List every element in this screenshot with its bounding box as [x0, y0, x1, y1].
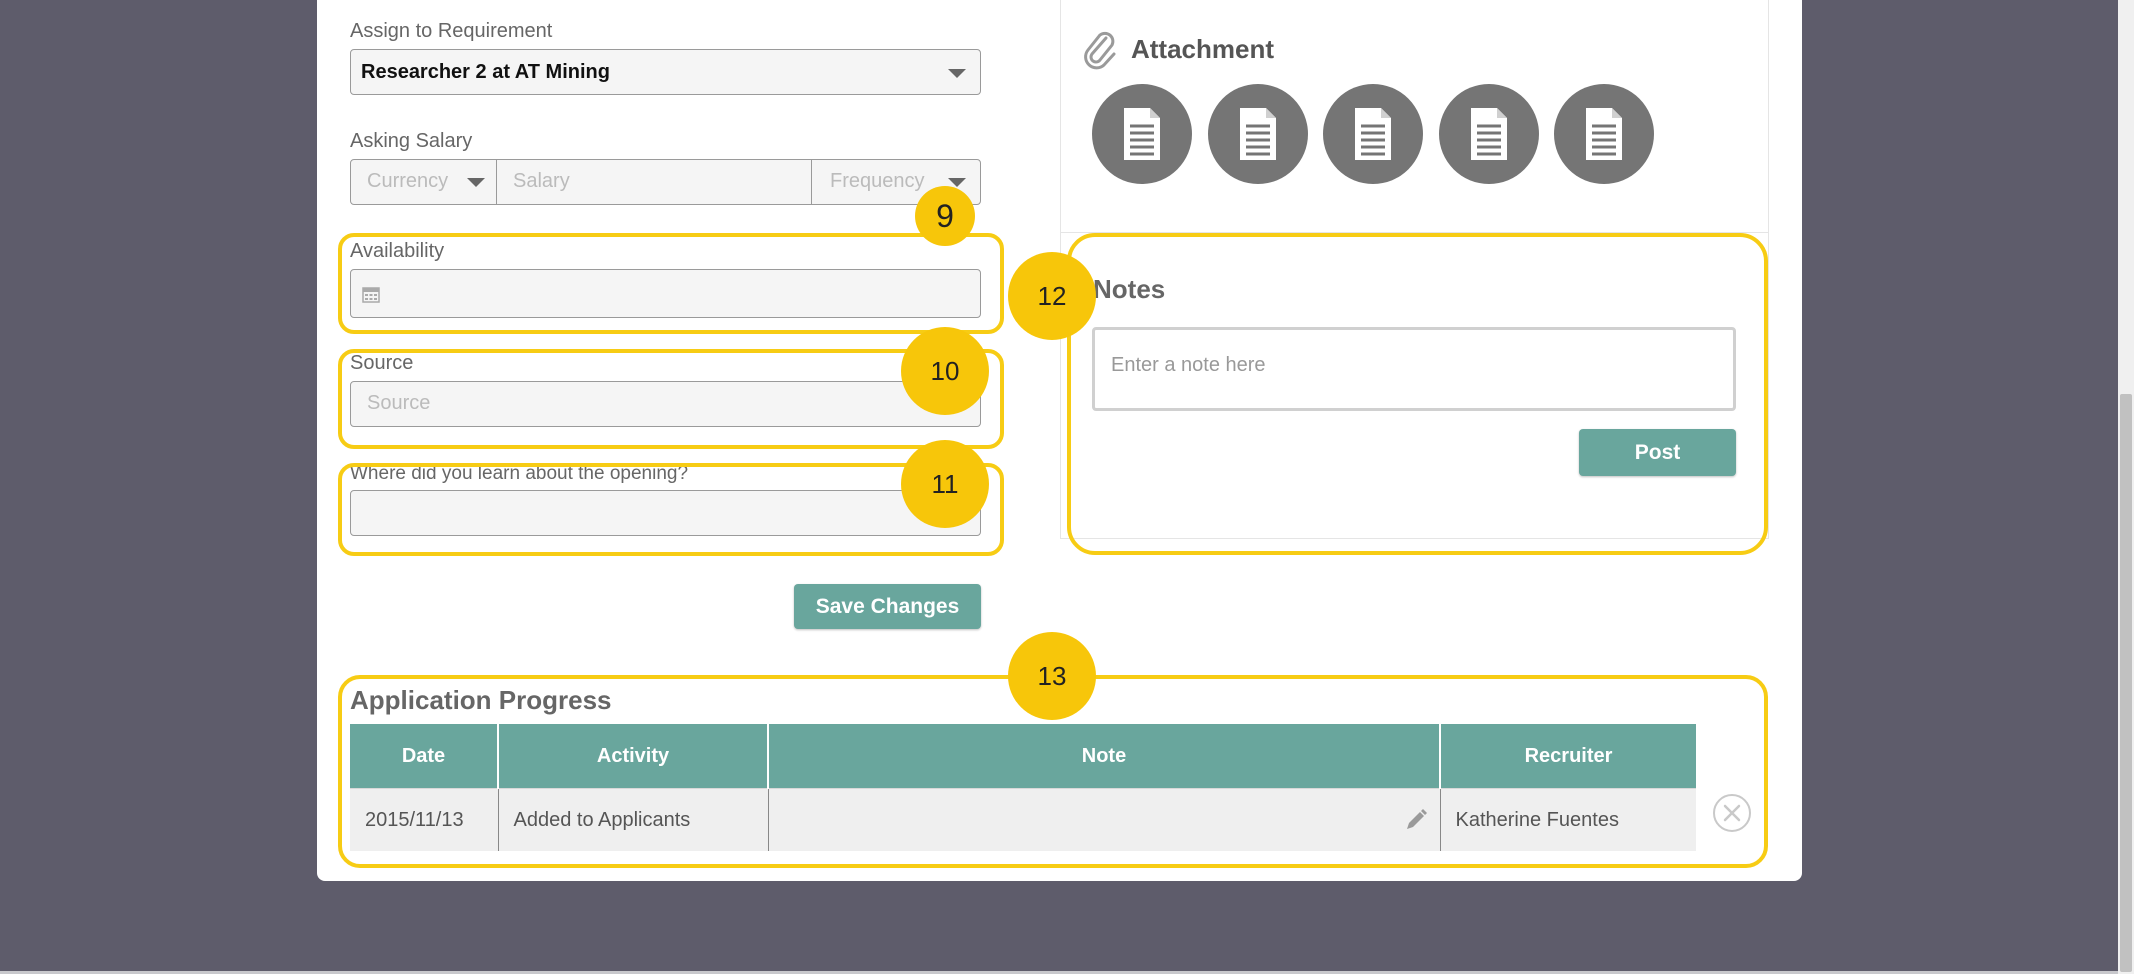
chevron-down-icon — [948, 69, 966, 78]
currency-placeholder: Currency — [367, 170, 449, 192]
salary-label: Asking Salary — [350, 130, 473, 152]
attachment-title: Attachment — [1131, 34, 1275, 64]
save-changes-button[interactable]: Save Changes — [794, 584, 981, 629]
document-icon[interactable] — [1554, 84, 1654, 184]
annotation-badge-9: 9 — [915, 186, 975, 246]
highlight-availability — [338, 233, 1004, 334]
page-scrollbar-thumb[interactable] — [2120, 394, 2132, 972]
chevron-down-icon — [467, 178, 485, 187]
annotation-badge-11: 11 — [901, 440, 989, 528]
document-icon[interactable] — [1092, 84, 1192, 184]
highlight-notes — [1067, 233, 1768, 555]
annotation-badge-10: 10 — [901, 327, 989, 415]
requirement-select[interactable]: Researcher 2 at AT Mining — [350, 49, 981, 95]
requirement-label: Assign to Requirement — [350, 20, 553, 42]
salary-input[interactable]: Salary — [497, 160, 811, 204]
frequency-placeholder: Frequency — [830, 170, 925, 192]
document-icon[interactable] — [1207, 84, 1308, 184]
requirement-value: Researcher 2 at AT Mining — [361, 61, 610, 83]
salary-placeholder: Salary — [513, 170, 570, 192]
annotation-badge-12: 12 — [1008, 252, 1096, 340]
annotation-badge-13: 13 — [1008, 632, 1096, 720]
salary-group: Currency Salary Frequency — [350, 159, 981, 205]
document-icon[interactable] — [1323, 84, 1423, 184]
paperclip-icon — [1082, 30, 1118, 75]
document-icon[interactable] — [1438, 84, 1539, 184]
currency-select[interactable]: Currency — [351, 160, 496, 204]
